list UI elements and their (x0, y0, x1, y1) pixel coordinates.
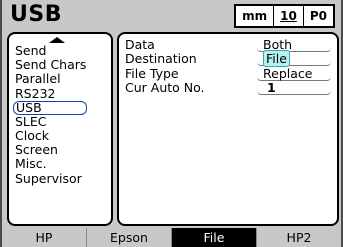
data-label: Data (125, 37, 155, 52)
row-cur-auto-no: Cur Auto No. 1 (125, 81, 331, 95)
preset-badge[interactable]: P0 (304, 6, 333, 26)
menu-item-parallel[interactable]: Parallel (13, 72, 111, 86)
menu-item-misc[interactable]: Misc. (13, 157, 111, 171)
menu-item-rs232[interactable]: RS232 (13, 86, 111, 101)
destination-value-text: File (263, 50, 290, 67)
file-type-value[interactable]: Replace (257, 67, 331, 81)
number-badge[interactable]: 10 (274, 6, 304, 26)
page-title: USB (10, 2, 62, 27)
menu-item-slec[interactable]: SLEC (13, 114, 111, 129)
menu-item-send[interactable]: Send (13, 43, 111, 58)
destination-value[interactable]: File (257, 50, 331, 67)
menu-item-usb[interactable]: USB (13, 100, 87, 115)
tab-hp[interactable]: HP (2, 228, 86, 247)
file-type-label: File Type (125, 66, 179, 81)
destination-label: Destination (125, 51, 197, 66)
row-destination: Destination File (125, 50, 331, 67)
tab-file[interactable]: File (171, 228, 256, 247)
tab-hp2[interactable]: HP2 (256, 228, 341, 247)
menu-item-send-chars[interactable]: Send Chars (13, 58, 111, 72)
unit-badge[interactable]: mm (236, 6, 275, 26)
device-screen: USB mm 10 P0 Send Send Chars Parallel RS… (2, 0, 341, 247)
menu-list: Send Send Chars Parallel RS232 USB SLEC … (13, 43, 111, 186)
menu-item-clock[interactable]: Clock (13, 128, 111, 143)
scroll-up-arrow-icon[interactable] (49, 37, 65, 43)
cur-auto-no-label: Cur Auto No. (125, 80, 205, 95)
header-bar: USB mm 10 P0 (2, 0, 341, 32)
row-file-type: File Type Replace (125, 67, 331, 81)
tab-epson[interactable]: Epson (86, 228, 171, 247)
menu-panel: Send Send Chars Parallel RS232 USB SLEC … (7, 32, 113, 226)
softkey-tabs: HP Epson File HP2 (2, 228, 341, 247)
menu-item-screen[interactable]: Screen (13, 143, 111, 157)
row-data: Data Both (125, 38, 331, 52)
status-badges: mm 10 P0 (234, 4, 335, 28)
settings-panel: Data Both Destination File File Type Rep… (117, 32, 339, 226)
cur-auto-no-value[interactable]: 1 (257, 81, 331, 95)
menu-item-supervisor[interactable]: Supervisor (13, 171, 111, 186)
